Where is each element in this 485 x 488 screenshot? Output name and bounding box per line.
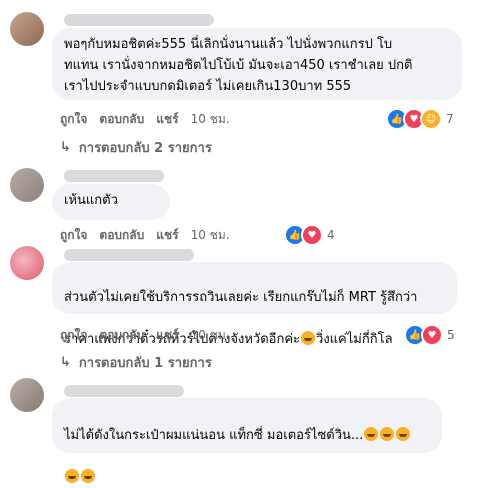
reply-arrow-icon: ↳	[60, 140, 71, 155]
view-replies-link[interactable]: ↳ การตอบกลับ 1 รายการ	[60, 352, 212, 373]
like-button[interactable]: ถูกใจ	[60, 226, 87, 245]
grin-emoji-icon	[301, 331, 316, 345]
reaction-summary[interactable]: 👍 ♥ 4	[284, 224, 335, 246]
comment-bubble: ไม่ได้ดังในกระเป๋าผมแน่นอน แท็กซี่ มอเตอ…	[52, 398, 442, 483]
reply-button[interactable]: ตอบกลับ	[99, 226, 144, 245]
comment-bubble: พอๆกับหมอชิตค่ะ555 นี่เลิกนั่งนานแล้ว ไป…	[52, 28, 462, 100]
view-replies-link[interactable]: ↳ การตอบกลับ 2 รายการ	[60, 137, 212, 158]
grin-emoji-icon	[380, 427, 395, 441]
reply-arrow-icon: ↳	[60, 355, 71, 370]
avatar[interactable]	[10, 246, 44, 280]
comment-bubble: ส่วนตัวไม่เคยใช้บริการรถวินเลยค่ะ เรียกแ…	[52, 262, 457, 347]
comment-text: เห้นแกตัว	[64, 193, 118, 208]
commenter-name[interactable]	[64, 170, 164, 182]
comment-text-line1: ส่วนตัวไม่เคยใช้บริการรถวินเลยค่ะ เรียกแ…	[64, 290, 418, 305]
replies-label: การตอบกลับ 1 รายการ	[78, 356, 212, 371]
commenter-name[interactable]	[64, 249, 194, 261]
love-icon: ♥	[301, 224, 323, 246]
love-icon: ♥	[421, 324, 443, 346]
avatar[interactable]	[10, 168, 44, 202]
comment-actions: ถูกใจ ตอบกลับ แชร์ 10 ชม.	[60, 226, 230, 245]
timestamp[interactable]: 10 ชม.	[191, 326, 230, 345]
share-button[interactable]: แชร์	[156, 110, 178, 129]
commenter-name[interactable]	[64, 385, 184, 397]
comment-bubble: เห้นแกตัว	[52, 184, 170, 220]
timestamp[interactable]: 10 ชม.	[191, 110, 230, 129]
comment-text: พอๆกับหมอชิตค่ะ555 นี่เลิกนั่งนานแล้ว ไป…	[64, 37, 413, 94]
timestamp[interactable]: 10 ชม.	[191, 226, 230, 245]
avatar[interactable]	[10, 378, 44, 412]
share-button[interactable]: แชร์	[156, 226, 178, 245]
grin-emoji-icon	[65, 469, 79, 483]
reaction-count: 4	[327, 228, 335, 242]
commenter-name[interactable]	[64, 14, 214, 26]
reaction-summary[interactable]: 👍 ♥ 5	[404, 324, 455, 346]
comment-text-line2b: วิ่งแค่ไม่กี่กิโล	[316, 332, 393, 347]
like-button[interactable]: ถูกใจ	[60, 110, 87, 129]
reply-button[interactable]: ตอบกลับ	[99, 110, 144, 129]
comment-actions: ถูกใจ ตอบกลับ แชร์ 10 ชม.	[60, 110, 230, 129]
avatar[interactable]	[10, 12, 44, 46]
grin-emoji-icon	[364, 427, 379, 441]
reaction-count: 5	[447, 328, 455, 342]
grin-emoji-icon	[81, 469, 95, 483]
comment-text: ไม่ได้ดังในกระเป๋าผมแน่นอน แท็กซี่ มอเตอ…	[64, 404, 430, 488]
comment-actions: ถูกใจ ตอบกลับ แชร์ 10 ชม.	[60, 326, 230, 345]
grin-emoji-icon	[396, 427, 411, 441]
share-button[interactable]: แชร์	[156, 326, 178, 345]
reaction-count: 7	[446, 112, 454, 126]
replies-label: การตอบกลับ 2 รายการ	[78, 141, 212, 156]
comment-text-body: ไม่ได้ดังในกระเป๋าผมแน่นอน แท็กซี่ มอเตอ…	[64, 428, 364, 443]
haha-icon: ☺	[420, 108, 442, 130]
like-button[interactable]: ถูกใจ	[60, 326, 87, 345]
reply-button[interactable]: ตอบกลับ	[99, 326, 144, 345]
reaction-summary[interactable]: 👍 ♥ ☺ 7	[386, 108, 454, 130]
